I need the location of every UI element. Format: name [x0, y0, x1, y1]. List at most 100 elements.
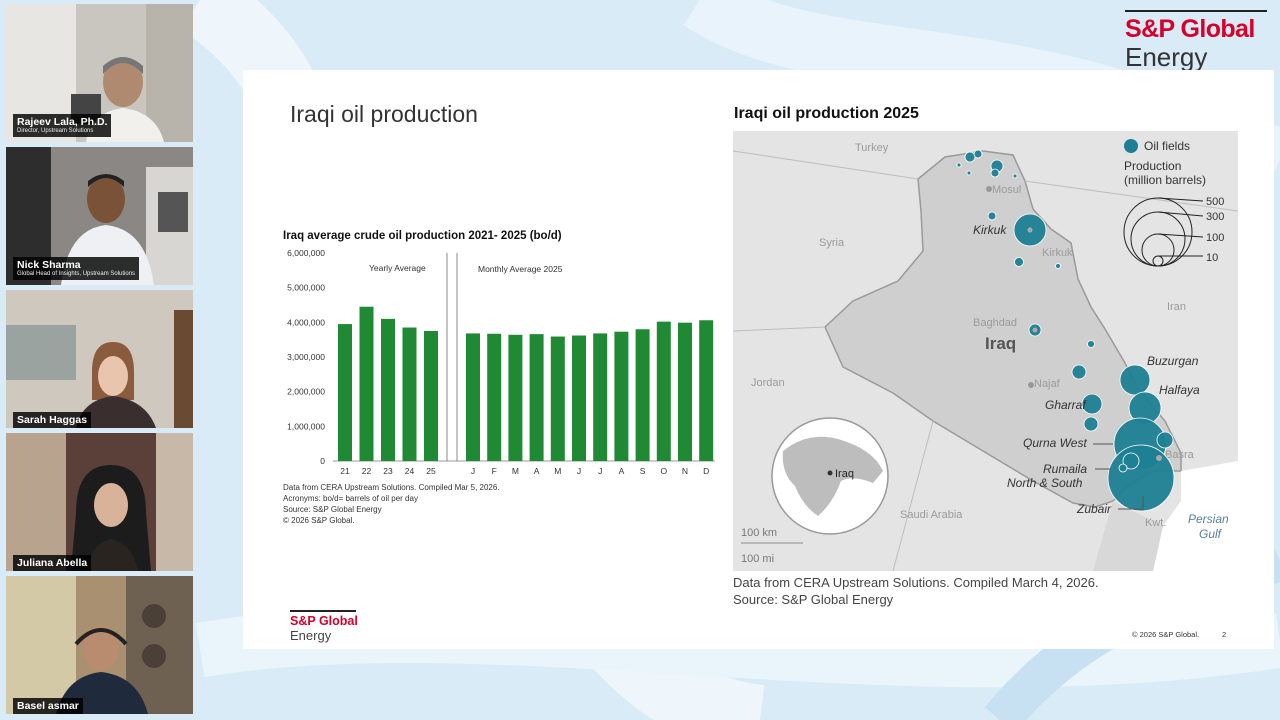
logo-rule — [1125, 10, 1267, 12]
oil-field-marker — [987, 211, 997, 221]
participant-name: Sarah Haggas — [17, 414, 88, 426]
map-note: Source: S&P Global Energy — [733, 592, 894, 607]
x-tick-label: A — [619, 466, 625, 476]
country-label: Saudi Arabia — [900, 509, 963, 521]
oil-field-marker — [1012, 173, 1018, 179]
legend-field-icon — [1124, 139, 1138, 153]
bar-monthly — [572, 335, 586, 461]
group-label: Monthly Average 2025 — [478, 264, 563, 274]
sea-label: Persian — [1188, 512, 1229, 526]
country-label: Syria — [819, 237, 845, 249]
x-tick-label: D — [703, 466, 709, 476]
y-tick-label: 0 — [320, 456, 325, 466]
field-label: Rumaila — [1043, 462, 1087, 476]
x-tick-label: J — [577, 466, 581, 476]
bar-yearly — [381, 318, 395, 461]
bar-yearly — [402, 327, 417, 461]
x-tick-label: J — [471, 466, 475, 476]
participant-video — [6, 290, 193, 428]
bar-monthly — [593, 333, 608, 461]
field-label: Halfaya — [1159, 383, 1200, 397]
oil-field-marker — [1156, 431, 1174, 449]
oil-field-marker — [1119, 364, 1151, 396]
inset-label: Iraq — [835, 468, 854, 480]
participant-tile[interactable]: Nick Sharma Global Head of Insights, Ups… — [6, 147, 193, 285]
legend-production-label: Production — [1124, 159, 1181, 173]
presentation-slide: Iraqi oil production Iraq average crude … — [243, 70, 1274, 649]
nameplate: Nick Sharma Global Head of Insights, Ups… — [13, 257, 140, 280]
city-dot — [986, 186, 992, 192]
legend-size-label: 10 — [1206, 252, 1218, 264]
chart-notes: Data from CERA Upstream Solutions. Compi… — [283, 482, 500, 526]
chart-note: Source: S&P Global Energy — [283, 505, 382, 514]
country-label: Turkey — [855, 142, 889, 154]
iraq-label: Iraq — [985, 334, 1016, 353]
y-tick-label: 3,000,000 — [287, 352, 325, 362]
city-dot — [1156, 455, 1162, 461]
participant-tile[interactable]: Rajeev Lala, Ph.D. Director, Upstream So… — [6, 4, 193, 142]
oil-field-marker — [1087, 340, 1095, 348]
legend-size-label: 300 — [1206, 211, 1224, 223]
y-tick-label: 2,000,000 — [287, 387, 325, 397]
field-label: Kirkuk — [973, 223, 1007, 237]
x-tick-label: 23 — [383, 466, 393, 476]
y-tick-label: 5,000,000 — [287, 283, 325, 293]
country-label: Jordan — [751, 377, 785, 389]
bar-monthly — [656, 321, 671, 461]
inset-iraq-dot — [827, 470, 833, 476]
field-label: Zubair — [1076, 502, 1112, 516]
oil-field-marker — [990, 168, 1000, 178]
city-label: Basra — [1165, 449, 1195, 461]
bar-monthly — [614, 331, 629, 461]
slide-logo-line1: S&P Global — [290, 613, 358, 628]
field-label: Gharraf — [1045, 398, 1087, 412]
slide-copyright: © 2026 S&P Global. — [1132, 630, 1200, 639]
sea-label: Gulf — [1199, 527, 1223, 541]
map-notes: Data from CERA Upstream Solutions. Compi… — [733, 574, 1099, 608]
city-label: Najaf — [1034, 378, 1061, 390]
x-tick-label: O — [660, 466, 667, 476]
slide-logo: S&P Global Energy — [290, 610, 358, 643]
bar-yearly — [338, 324, 352, 461]
brand-line2: Energy — [1125, 42, 1208, 72]
legend-size-label: 100 — [1206, 232, 1224, 244]
x-tick-label: J — [598, 466, 602, 476]
oil-field-marker — [964, 151, 976, 163]
x-tick-label: 21 — [340, 466, 350, 476]
y-tick-label: 6,000,000 — [287, 248, 325, 258]
participant-name: Rajeev Lala, Ph.D. — [17, 116, 108, 128]
city-label: Baghdad — [973, 317, 1017, 329]
x-tick-label: 24 — [405, 466, 415, 476]
oil-field-marker — [973, 149, 983, 159]
scale-label: 100 mi — [741, 553, 774, 565]
chart-note: © 2026 S&P Global. — [283, 516, 355, 525]
oil-field-marker — [966, 170, 972, 176]
participant-video — [6, 576, 193, 714]
participant-tile[interactable]: Juliana Abella — [6, 433, 193, 571]
participant-name: Juliana Abella — [17, 557, 88, 569]
country-label: Iran — [1167, 301, 1186, 313]
participant-tile[interactable]: Basel asmar — [6, 576, 193, 714]
oil-field-marker — [1107, 444, 1175, 512]
bar-yearly — [359, 306, 374, 461]
bar-yearly — [424, 331, 438, 461]
y-tick-label: 1,000,000 — [287, 421, 325, 431]
participant-tile[interactable]: Sarah Haggas — [6, 290, 193, 428]
slide-page-number: 2 — [1222, 630, 1227, 639]
x-tick-label: A — [534, 466, 540, 476]
legend-fields-label: Oil fields — [1144, 139, 1190, 153]
field-label: Buzurgan — [1147, 354, 1199, 368]
x-tick-label: F — [492, 466, 497, 476]
oil-field-marker — [1118, 463, 1128, 473]
bar-monthly — [678, 322, 692, 461]
map-note: Data from CERA Upstream Solutions. Compi… — [733, 575, 1099, 590]
oil-field-marker — [956, 162, 962, 168]
oil-field-marker — [1083, 416, 1099, 432]
iraq-oil-map: Turkey Syria Iran Jordan Saudi Arabia Kw… — [733, 131, 1238, 571]
city-label: Mosul — [992, 184, 1021, 196]
nameplate: Juliana Abella — [13, 555, 92, 571]
participant-role: Global Head of Insights, Upstream Soluti… — [17, 271, 136, 278]
x-tick-label: 25 — [426, 466, 436, 476]
city-label: Kirkuk — [1042, 247, 1073, 259]
oil-field-marker — [1055, 263, 1061, 269]
